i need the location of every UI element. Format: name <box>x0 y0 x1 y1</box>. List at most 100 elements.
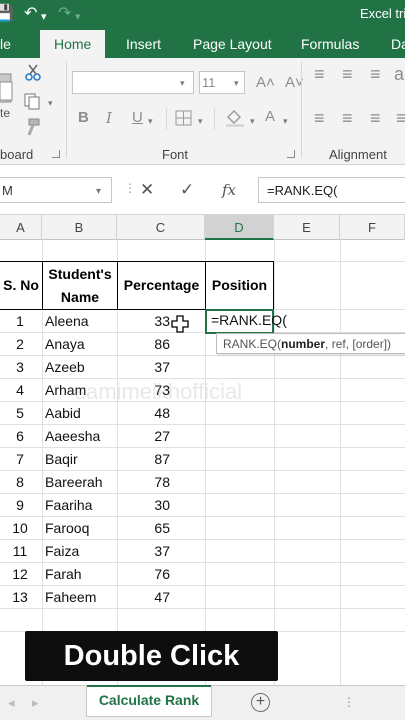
column-header-b[interactable]: B <box>42 215 117 240</box>
font-color-icon[interactable]: A <box>265 109 275 125</box>
clipboard-launcher-icon[interactable] <box>52 150 60 158</box>
percentage-cell[interactable]: 33 <box>118 310 170 333</box>
percentage-cell[interactable]: 47 <box>118 586 170 609</box>
percentage-cell[interactable]: 37 <box>118 540 170 563</box>
fill-color-icon[interactable] <box>224 108 246 128</box>
percentage-cell[interactable]: 27 <box>118 425 170 448</box>
active-cell[interactable]: =RANK.EQ( <box>205 309 287 334</box>
cut-icon[interactable] <box>23 64 43 82</box>
percentage-cell[interactable]: 37 <box>118 356 170 379</box>
percentage-cell[interactable]: 86 <box>118 333 170 356</box>
name-cell[interactable]: Bareerah <box>45 471 117 494</box>
name-cell[interactable]: Farooq <box>45 517 117 540</box>
tab-formulas[interactable]: Formulas <box>301 36 359 52</box>
name-cell[interactable]: Aabid <box>45 402 117 425</box>
sno-cell[interactable]: 1 <box>0 310 40 333</box>
column-header-f[interactable]: F <box>340 215 405 240</box>
sno-cell[interactable]: 9 <box>0 494 40 517</box>
undo-dropdown-icon[interactable]: ▾ <box>41 8 47 26</box>
percentage-cell[interactable]: 48 <box>118 402 170 425</box>
undo-icon[interactable]: ↶ <box>24 5 37 23</box>
spreadsheet-grid[interactable]: A B C D E F S. No Student's Name Percent… <box>0 215 405 685</box>
sno-cell[interactable]: 10 <box>0 517 40 540</box>
column-header-e[interactable]: E <box>274 215 340 240</box>
redo-dropdown-icon[interactable]: ▾ <box>75 8 81 26</box>
align-right-icon[interactable]: ≡ <box>370 109 381 127</box>
sno-cell[interactable]: 4 <box>0 379 40 402</box>
sno-cell[interactable]: 11 <box>0 540 40 563</box>
formula-bar-resize-icon[interactable]: ⋮ <box>124 181 136 195</box>
tab-insert[interactable]: Insert <box>126 36 161 52</box>
bottom-align-icon[interactable]: ≡ <box>370 65 381 83</box>
name-cell[interactable]: Aaeesha <box>45 425 117 448</box>
caption-banner: Double Click <box>25 631 278 681</box>
font-launcher-icon[interactable] <box>287 150 295 158</box>
redo-icon[interactable]: ↷ <box>58 5 71 23</box>
column-header-d[interactable]: D <box>205 215 274 240</box>
prev-sheet-icon[interactable]: ◂ <box>8 695 15 711</box>
top-align-icon[interactable]: ≡ <box>314 65 325 83</box>
percentage-cell[interactable]: 30 <box>118 494 170 517</box>
sno-cell[interactable]: 12 <box>0 563 40 586</box>
sno-cell[interactable]: 13 <box>0 586 40 609</box>
tab-data[interactable]: Da <box>391 36 405 52</box>
name-cell[interactable]: Baqir <box>45 448 117 471</box>
name-cell[interactable]: Farah <box>45 563 117 586</box>
underline-button[interactable]: U <box>132 110 143 126</box>
align-center-icon[interactable]: ≡ <box>342 109 353 127</box>
sno-cell[interactable]: 2 <box>0 333 40 356</box>
percentage-cell[interactable]: 65 <box>118 517 170 540</box>
font-color-dropdown-icon[interactable]: ▾ <box>283 116 288 127</box>
sno-cell[interactable]: 8 <box>0 471 40 494</box>
copy-icon[interactable] <box>23 92 43 110</box>
align-left-icon[interactable]: ≡ <box>314 109 325 127</box>
borders-dropdown-icon[interactable]: ▾ <box>198 116 203 127</box>
bold-button[interactable]: B <box>78 110 89 126</box>
italic-button[interactable]: I <box>106 110 112 126</box>
tab-page-layout[interactable]: Page Layout <box>193 36 272 52</box>
decrease-indent-icon[interactable]: ≡ <box>396 109 405 127</box>
save-icon[interactable]: 💾 <box>0 5 14 23</box>
fill-color-dropdown-icon[interactable]: ▾ <box>250 116 255 127</box>
percentage-cell[interactable]: 87 <box>118 448 170 471</box>
name-cell[interactable]: Faiza <box>45 540 117 563</box>
clipboard-group-label: board <box>0 147 34 162</box>
sheet-bar-resize-icon[interactable]: ⋮ <box>343 695 355 709</box>
sno-cell[interactable]: 5 <box>0 402 40 425</box>
orientation-icon[interactable]: ab↗ <box>394 65 405 83</box>
copy-dropdown-icon[interactable]: ▾ <box>48 98 53 109</box>
sno-cell[interactable]: 7 <box>0 448 40 471</box>
column-header-c[interactable]: C <box>117 215 205 240</box>
insert-function-button[interactable]: fx <box>222 180 236 200</box>
underline-dropdown-icon[interactable]: ▾ <box>148 116 153 127</box>
percentage-cell[interactable]: 78 <box>118 471 170 494</box>
sheet-tab-calculate-rank[interactable]: Calculate Rank <box>86 685 212 717</box>
name-cell[interactable]: Faheem <box>45 586 117 609</box>
name-box[interactable]: M ▾ <box>0 177 112 203</box>
name-cell[interactable]: Faariha <box>45 494 117 517</box>
middle-align-icon[interactable]: ≡ <box>342 65 353 83</box>
column-header-a[interactable]: A <box>0 215 42 240</box>
font-size-dropdown-icon[interactable]: ▾ <box>234 78 239 89</box>
grow-font-icon[interactable]: A˄ <box>256 75 275 91</box>
tab-home[interactable]: Home <box>40 30 106 58</box>
sno-cell[interactable]: 3 <box>0 356 40 379</box>
name-box-dropdown-icon[interactable]: ▾ <box>96 186 101 197</box>
enter-entry-button[interactable]: ✓ <box>180 180 194 200</box>
percentage-cell[interactable]: 76 <box>118 563 170 586</box>
sno-cell[interactable]: 6 <box>0 425 40 448</box>
name-cell[interactable]: Azeeb <box>45 356 117 379</box>
formula-input[interactable]: =RANK.EQ( <box>258 177 405 203</box>
cancel-entry-button[interactable]: ✕ <box>140 180 154 200</box>
name-cell[interactable]: Anaya <box>45 333 117 356</box>
next-sheet-icon[interactable]: ▸ <box>32 695 39 711</box>
name-cell[interactable]: Aleena <box>45 310 117 333</box>
tab-file[interactable]: le <box>0 36 11 52</box>
font-name-input[interactable] <box>72 71 194 94</box>
font-name-dropdown-icon[interactable]: ▾ <box>180 78 185 89</box>
add-sheet-icon[interactable]: + <box>251 693 270 712</box>
format-painter-icon[interactable] <box>23 118 43 136</box>
paste-icon[interactable] <box>0 68 16 104</box>
function-tooltip[interactable]: RANK.EQ(number, ref, [order]) <box>216 333 405 354</box>
borders-icon[interactable] <box>175 110 193 126</box>
